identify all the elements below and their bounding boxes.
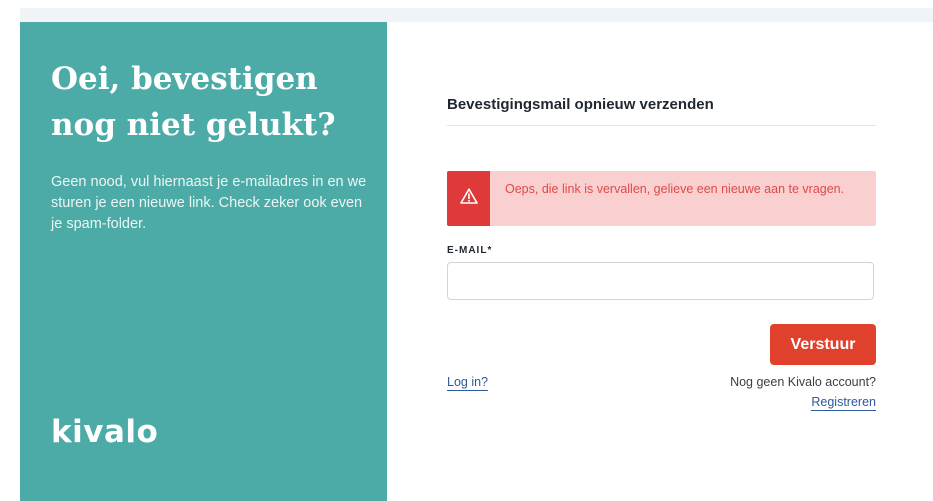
login-link[interactable]: Log in? [447,375,489,391]
email-field[interactable] [447,262,874,300]
title-divider [447,125,876,126]
page-top-bar [20,8,933,22]
page-headline: Oei, bevestigen nog niet gelukt? [51,61,336,143]
intro-text: Geen nood, vul hiernaast je e-mailadres … [51,174,367,232]
form-panel: Bevestigingsmail opnieuw verzenden Oeps,… [387,22,933,501]
warning-triangle-icon [459,188,478,209]
error-alert: Oeps, die link is vervallen, gelieve een… [447,171,876,226]
alert-message: Oeps, die link is vervallen, gelieve een… [505,182,845,196]
left-info-panel: Oei, bevestigen nog niet gelukt? Geen no… [20,22,387,501]
no-account-text: Nog geen Kivalo account? [730,375,876,389]
form-title: Bevestigingsmail opnieuw verzenden [447,96,714,113]
submit-button[interactable]: Verstuur [770,324,876,365]
email-label: E-MAIL* [447,245,493,256]
alert-icon-box [447,171,490,226]
kivalo-logo: kivalo [51,414,159,450]
register-link[interactable]: Registreren [811,395,876,411]
